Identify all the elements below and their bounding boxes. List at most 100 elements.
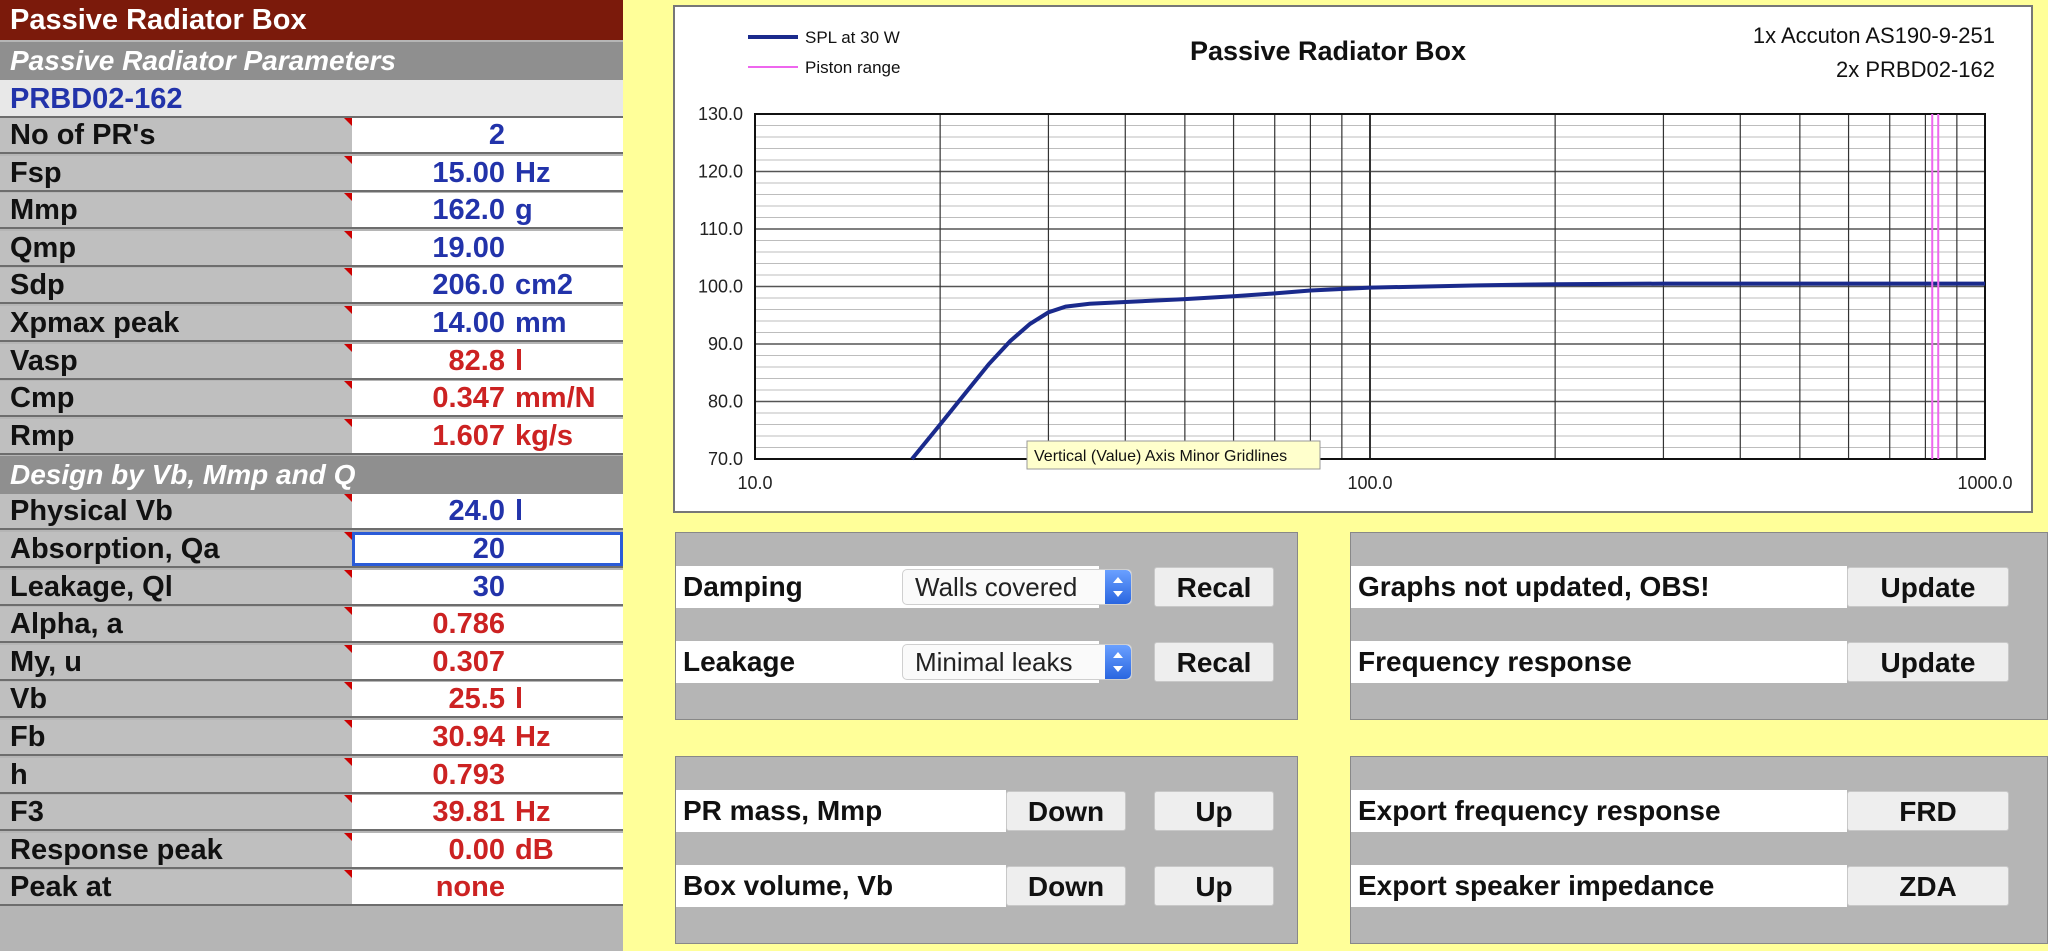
param-label: Xpmax peak — [0, 306, 352, 340]
comment-indicator-icon — [344, 193, 352, 202]
param-value-cell[interactable]: 19.00 — [352, 230, 623, 265]
param-row: Absorption, Qa 20 — [0, 532, 623, 568]
export-zda-button[interactable]: ZDA — [1847, 866, 2009, 906]
param-value-cell[interactable]: 0.307 — [352, 644, 623, 679]
leakage-label: Leakage — [683, 646, 796, 677]
param-value: 19.00 — [432, 231, 505, 264]
param-value: 0.307 — [432, 645, 505, 678]
comment-indicator-icon — [344, 757, 352, 766]
param-value: 15.00 — [432, 156, 505, 189]
section-header-parameters: Passive Radiator Parameters — [0, 42, 623, 80]
param-label: Peak at — [0, 870, 352, 905]
param-row: Response peak 0.00 dB — [0, 832, 623, 869]
comment-indicator-icon — [344, 795, 352, 804]
x-tick-label: 100.0 — [1347, 473, 1392, 493]
param-value-cell[interactable]: 1.607 kg/s — [352, 418, 623, 453]
param-value: 2 — [488, 119, 505, 151]
param-row: Xpmax peak 14.00 mm — [0, 306, 623, 342]
graphs-update-button[interactable]: Update — [1847, 567, 2009, 607]
y-tick-label: 80.0 — [708, 392, 743, 412]
param-value-cell[interactable]: 30.94 Hz — [352, 720, 623, 754]
comment-indicator-icon — [344, 870, 352, 879]
param-unit: Hz — [515, 721, 551, 753]
section-header-design: Design by Vb, Mmp and Q — [0, 456, 623, 495]
param-row: Physical Vb 24.0 l — [0, 494, 623, 531]
param-unit: Hz — [515, 156, 551, 189]
comment-indicator-icon — [344, 832, 352, 841]
param-label: Cmp — [0, 381, 352, 416]
box-volume-up-button[interactable]: Up — [1154, 866, 1274, 906]
param-value-cell[interactable]: 39.81 Hz — [352, 795, 623, 830]
y-tick-label: 120.0 — [698, 162, 743, 182]
param-label: h — [0, 757, 352, 792]
box-volume-down-button[interactable]: Down — [1006, 866, 1126, 906]
param-row: No of PR's 2 — [0, 118, 623, 154]
param-row: h 0.793 — [0, 757, 623, 794]
param-value: 20 — [472, 533, 505, 565]
param-row: Mmp 162.0 g — [0, 193, 623, 230]
param-value-cell[interactable]: 2 — [352, 118, 623, 152]
export-zda-label: Export speaker impedance — [1358, 870, 1715, 901]
leakage-recal-button[interactable]: Recal — [1154, 642, 1274, 682]
param-unit: l — [515, 495, 524, 528]
comment-indicator-icon — [344, 230, 352, 239]
param-value-cell[interactable]: 25.5 l — [352, 682, 623, 717]
damping-recal-button[interactable]: Recal — [1154, 567, 1274, 607]
update-panel: Graphs not updated, OBS! Update Frequenc… — [1350, 532, 2048, 720]
param-row: Vb 25.5 l — [0, 682, 623, 719]
y-tick-label: 110.0 — [699, 219, 743, 239]
param-value: 24.0 — [448, 495, 505, 528]
export-frd-button[interactable]: FRD — [1847, 791, 2009, 831]
x-tick-label: 10.0 — [737, 473, 772, 493]
param-value: 206.0 — [432, 269, 505, 302]
param-label: Rmp — [0, 418, 352, 453]
param-unit: l — [515, 683, 524, 716]
param-value-cell[interactable]: 82.8 l — [352, 343, 623, 378]
freq-response-label: Frequency response — [1358, 646, 1632, 677]
param-row: Fb 30.94 Hz — [0, 720, 623, 756]
param-unit: kg/s — [515, 419, 574, 452]
param-value-cell[interactable]: 20 — [352, 532, 623, 566]
y-tick-label: 100.0 — [698, 277, 743, 297]
leakage-select[interactable]: Minimal leaks — [902, 644, 1132, 680]
legend-label: SPL at 30 W — [805, 28, 900, 47]
param-row: Qmp 19.00 — [0, 230, 623, 267]
param-unit: Hz — [515, 796, 551, 829]
param-row: Alpha, a 0.786 — [0, 607, 623, 644]
param-label: Mmp — [0, 193, 352, 228]
param-value-cell[interactable]: 162.0 g — [352, 193, 623, 228]
param-value-cell[interactable]: 0.793 — [352, 757, 623, 792]
chart-title: Passive Radiator Box — [1190, 36, 1466, 66]
param-value: 30 — [472, 570, 505, 603]
damping-select[interactable]: Walls covered — [902, 569, 1132, 605]
param-value-cell[interactable]: none — [352, 870, 623, 905]
param-row: Cmp 0.347 mm/N — [0, 381, 623, 418]
frequency-response-chart[interactable]: 70.0 80.0 90.0 100.0 110.0 120.0 130.0 10.0 100.… — [673, 5, 2033, 513]
param-label: Leakage, Ql — [0, 569, 352, 604]
param-value: 0.793 — [432, 758, 505, 791]
comment-indicator-icon — [344, 155, 352, 164]
param-value-cell[interactable]: 15.00 Hz — [352, 155, 623, 190]
freq-response-update-button[interactable]: Update — [1847, 642, 2009, 682]
select-arrows-icon — [1105, 645, 1131, 679]
param-label: Fb — [0, 720, 352, 754]
comment-indicator-icon — [344, 607, 352, 616]
param-label: Vasp — [0, 343, 352, 378]
param-label: Fsp — [0, 155, 352, 190]
pr-mass-down-button[interactable]: Down — [1006, 791, 1126, 831]
param-label: F3 — [0, 795, 352, 830]
pr-mass-up-button[interactable]: Up — [1154, 791, 1274, 831]
legend-label: Piston range — [805, 58, 900, 77]
param-value-cell[interactable]: 30 — [352, 569, 623, 604]
param-row: My, u 0.307 — [0, 644, 623, 681]
param-value-cell[interactable]: 24.0 l — [352, 494, 623, 529]
param-value-cell[interactable]: 0.00 dB — [352, 832, 623, 867]
graphs-status-label: Graphs not updated, OBS! — [1358, 571, 1710, 602]
param-label: Alpha, a — [0, 607, 352, 642]
param-value-cell[interactable]: 0.786 — [352, 607, 623, 642]
param-unit: mm — [515, 307, 567, 339]
param-value-cell[interactable]: 206.0 cm2 — [352, 268, 623, 303]
param-value-cell[interactable]: 0.347 mm/N — [352, 381, 623, 416]
pr-model-name[interactable]: PRBD02-162 — [0, 80, 623, 118]
param-value-cell[interactable]: 14.00 mm — [352, 306, 623, 340]
